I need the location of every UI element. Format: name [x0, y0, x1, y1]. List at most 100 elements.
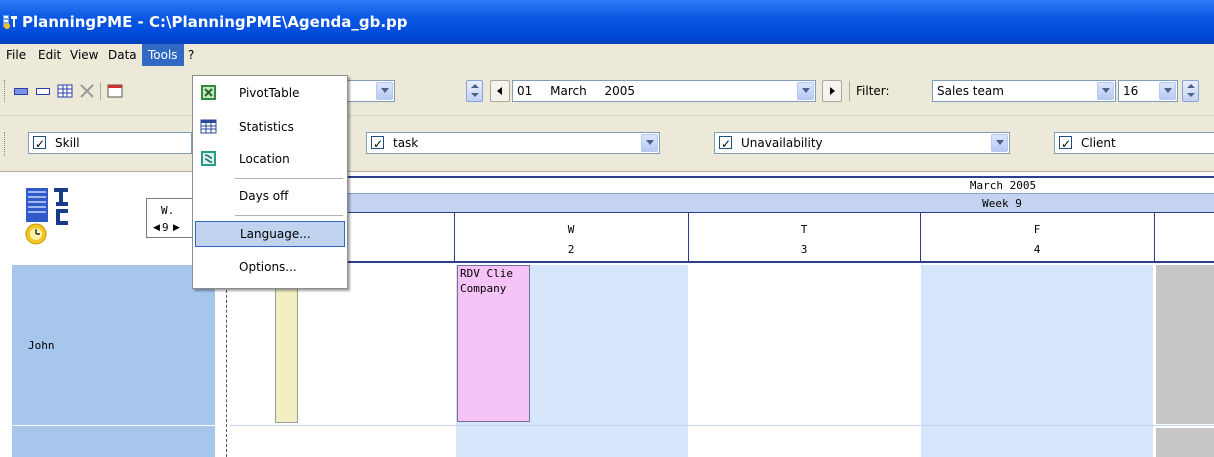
tools-dropdown-menu: PivotTable Statistics Location Days off …: [192, 75, 348, 289]
menu-tools[interactable]: Tools: [142, 44, 184, 66]
day-letter-wed: W: [567, 223, 575, 236]
skill-filter[interactable]: Skill: [28, 132, 192, 154]
menu-bar: File Edit View Data Tools ?: [0, 44, 1214, 66]
view-grid-icon[interactable]: [56, 82, 74, 100]
date-select[interactable]: 01 March 2005: [512, 80, 816, 102]
task-label: task: [393, 136, 419, 150]
day-letter-thu: T: [800, 223, 808, 236]
menu-separator: [235, 178, 343, 179]
calendar-icon[interactable]: [106, 82, 124, 100]
month-header: March 2005: [969, 179, 1037, 192]
day-cell[interactable]: [921, 265, 1153, 425]
filter-toolbar: Skill task Unavailability Client: [0, 116, 1214, 172]
menu-data[interactable]: Data: [102, 44, 143, 66]
chevron-down-icon[interactable]: [641, 134, 658, 152]
window-title: PlanningPME - C:\PlanningPME\Agenda_gb.p…: [22, 13, 408, 31]
filter-select[interactable]: Sales team: [932, 80, 1116, 102]
toolbar-grip[interactable]: [4, 132, 7, 156]
chevron-down-icon[interactable]: [376, 82, 393, 100]
filter-value: Sales team: [937, 84, 1004, 98]
menu-edit[interactable]: Edit: [32, 44, 67, 66]
statistics-label: Statistics: [239, 120, 294, 134]
date-day: 01: [517, 84, 533, 98]
day-number-thu[interactable]: 3: [688, 243, 920, 256]
week-row: Week 9: [348, 194, 1214, 213]
unavailability-checkbox[interactable]: [719, 134, 732, 154]
number-value: 16: [1123, 84, 1139, 98]
days-off-label: Days off: [239, 189, 289, 203]
resource-john[interactable]: John: [12, 265, 215, 425]
unavailability-label: Unavailability: [741, 136, 823, 150]
number-select[interactable]: 16: [1118, 80, 1178, 102]
date-spinner[interactable]: [466, 80, 483, 102]
task-filter[interactable]: task: [366, 132, 660, 154]
day-number-wed[interactable]: 2: [454, 243, 688, 256]
week-prev-icon[interactable]: ◀: [153, 222, 160, 233]
day-cell[interactable]: [689, 265, 920, 425]
task-checkbox[interactable]: [371, 134, 384, 154]
toolbar-separator: [100, 82, 101, 100]
resource-name: John: [28, 339, 55, 352]
day-letter-fri: F: [1033, 223, 1041, 236]
menu-item-pivottable[interactable]: PivotTable: [195, 80, 345, 106]
toolbar-grip[interactable]: [4, 80, 7, 102]
appointment-company: Company: [460, 282, 507, 295]
day-cell[interactable]: [921, 426, 1153, 457]
current-time-line: [226, 265, 227, 457]
menu-help[interactable]: ?: [182, 44, 200, 66]
previous-date-button[interactable]: [490, 80, 510, 102]
weekend-cell[interactable]: [1156, 265, 1214, 424]
week-number: 9: [162, 221, 169, 234]
chevron-down-icon[interactable]: [1159, 82, 1176, 100]
chevron-down-icon[interactable]: [1097, 82, 1114, 100]
client-filter[interactable]: Client: [1054, 132, 1214, 154]
excel-icon: [201, 85, 216, 100]
client-checkbox[interactable]: [1059, 134, 1072, 154]
toolbar-separator: [849, 81, 850, 101]
planner-grid: W. ◀ 9 ▶ March 2005 Week 9 W 2 T 3 F 4 J…: [0, 172, 1214, 457]
week-next-icon[interactable]: ▶: [173, 222, 180, 233]
language-label: Language...: [240, 227, 311, 241]
filter-label: Filter:: [856, 84, 890, 98]
delete-icon[interactable]: [78, 82, 96, 100]
day-cell[interactable]: [456, 426, 688, 457]
day-number-fri[interactable]: 4: [920, 243, 1154, 256]
date-year: 2005: [604, 84, 636, 98]
date-month: March: [550, 84, 587, 98]
appointment-block[interactable]: RDV Clie Company: [457, 265, 530, 422]
appointment-title: RDV Clie: [460, 267, 513, 280]
unavailability-filter[interactable]: Unavailability: [714, 132, 1010, 154]
view-select[interactable]: [345, 80, 395, 102]
map-icon: [201, 151, 216, 166]
menu-item-options[interactable]: Options...: [195, 254, 345, 280]
chevron-down-icon[interactable]: [797, 82, 814, 100]
weekend-cell[interactable]: [1156, 428, 1214, 457]
chevron-down-icon[interactable]: [991, 134, 1008, 152]
options-label: Options...: [239, 260, 297, 274]
menu-file[interactable]: File: [0, 44, 32, 66]
number-spinner[interactable]: [1182, 80, 1199, 102]
resource-row-next[interactable]: [12, 426, 215, 457]
week-label: W.: [161, 204, 175, 217]
menu-item-statistics[interactable]: Statistics: [195, 114, 345, 140]
view-week-icon[interactable]: [34, 82, 52, 100]
planningpme-app-icon[interactable]: [3, 14, 18, 29]
location-label: Location: [239, 152, 290, 166]
table-icon: [200, 119, 217, 134]
view-day-icon[interactable]: [12, 82, 30, 100]
skill-label: Skill: [55, 136, 80, 150]
menu-separator: [235, 215, 343, 216]
title-bar[interactable]: PlanningPME - C:\PlanningPME\Agenda_gb.p…: [0, 0, 1214, 44]
month-row: March 2005: [348, 176, 1214, 194]
client-label: Client: [1081, 136, 1116, 150]
planningpme-logo: [25, 188, 68, 245]
day-header-row: W 2 T 3 F 4: [348, 213, 1214, 263]
menu-view[interactable]: View: [64, 44, 104, 66]
skill-checkbox[interactable]: [33, 134, 46, 154]
next-date-button[interactable]: [822, 80, 842, 102]
menu-item-days-off[interactable]: Days off: [195, 183, 345, 209]
menu-item-language[interactable]: Language...: [195, 221, 345, 247]
main-toolbar: 01 March 2005 Filter: Sales team 16: [0, 66, 1214, 116]
menu-item-location[interactable]: Location: [195, 146, 345, 172]
pivottable-label: PivotTable: [239, 86, 300, 100]
